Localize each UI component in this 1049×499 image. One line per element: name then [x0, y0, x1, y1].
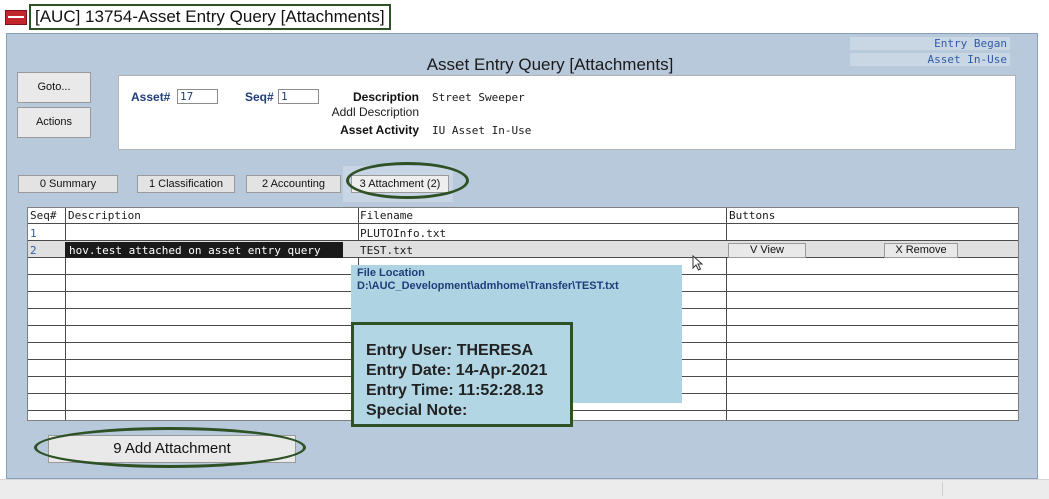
asset-activity-label: Asset Activity	[340, 123, 419, 137]
status-bar	[0, 479, 1049, 499]
seq-number-field[interactable]: 1	[278, 89, 319, 104]
asset-header-panel	[118, 75, 1016, 150]
app-logo-icon	[5, 10, 27, 25]
header-filename: Filename	[360, 209, 413, 222]
tab-summary[interactable]: 0 Summary	[18, 175, 118, 193]
add-attachment-highlight-oval	[34, 427, 306, 468]
header-description: Description	[68, 209, 141, 222]
status-entry-began: Entry Began	[850, 37, 1010, 50]
special-note: Special Note:	[366, 402, 468, 419]
description-label: Description	[352, 90, 419, 104]
window-title: [AUC] 13754-Asset Entry Query [Attachmen…	[35, 7, 385, 26]
file-location-label: File Location	[357, 267, 425, 279]
asset-number-field[interactable]: 17	[177, 89, 218, 104]
asset-label: Asset#	[131, 90, 171, 104]
view-button[interactable]: V View	[728, 243, 806, 258]
row2-filename[interactable]: TEST.txt	[360, 244, 413, 257]
header-buttons: Buttons	[729, 209, 776, 222]
row2-seq[interactable]: 2	[30, 244, 37, 257]
goto-button[interactable]: Goto...	[17, 72, 91, 103]
addl-description-label: Addl Description	[331, 105, 419, 119]
tab-accounting[interactable]: 2 Accounting	[246, 175, 341, 193]
row1-filename[interactable]: PLUTOInfo.txt	[360, 227, 446, 240]
tab-classification[interactable]: 1 Classification	[137, 175, 235, 193]
mouse-cursor-icon	[692, 255, 704, 271]
description-value: Street Sweeper	[432, 91, 525, 104]
asset-activity-value: IU Asset In-Use	[432, 124, 532, 137]
row2-description[interactable]: hov.test attached on asset entry query	[69, 244, 321, 257]
file-location-value: D:\AUC_Development\admhome\Transfer\TEST…	[357, 280, 619, 292]
title-highlight: [AUC] 13754-Asset Entry Query [Attachmen…	[29, 4, 391, 30]
seq-label: Seq#	[245, 90, 274, 104]
status-asset-inuse: Asset In-Use	[850, 53, 1010, 66]
header-seq: Seq#	[30, 209, 57, 222]
row1-seq[interactable]: 1	[30, 227, 37, 240]
remove-button[interactable]: X Remove	[884, 243, 958, 258]
entry-user: Entry User: THERESA	[366, 342, 534, 359]
entry-time: Entry Time: 11:52:28.13	[366, 382, 544, 399]
tab-highlight-oval	[346, 162, 469, 199]
actions-button[interactable]: Actions	[17, 107, 91, 138]
status-separator	[942, 482, 943, 496]
entry-date: Entry Date: 14-Apr-2021	[366, 362, 548, 379]
page-title: Asset Entry Query [Attachments]	[426, 55, 674, 74]
